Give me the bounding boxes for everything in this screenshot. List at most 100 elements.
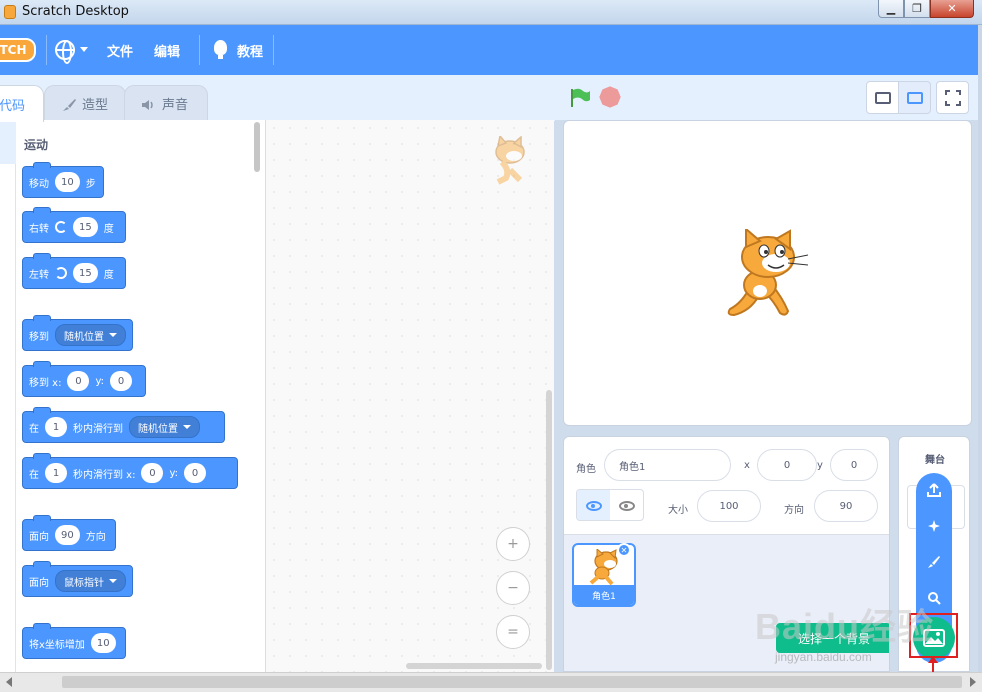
scratch-logo[interactable]: TCH [0,38,36,62]
chevron-down-icon [109,579,117,583]
hide-button[interactable] [610,490,643,520]
normal-stage-button[interactable] [898,81,931,114]
block-turn-right[interactable]: 右转 15 度 [22,207,126,243]
tab-sounds[interactable]: 声音 [124,85,208,121]
window-title: Scratch Desktop [22,4,129,19]
restore-icon[interactable]: ❐ [904,0,930,18]
block-goto-xy[interactable]: 移到 x: 0 y: 0 [22,361,146,397]
lightbulb-icon[interactable] [214,40,227,59]
scroll-right-icon[interactable] [970,677,976,687]
menu-edit[interactable]: 编辑 [154,41,180,60]
block-text: 秒内滑行到 [73,423,123,435]
zoom-in-button[interactable]: + [496,527,530,561]
speaker-icon [141,98,157,110]
chevron-down-icon [109,333,117,337]
window-controls: ▁ ❐ ✕ [878,0,974,18]
block-glide-xy[interactable]: 在 1 秒内滑行到 x: 0 y: 0 [22,453,238,489]
number-input[interactable]: 15 [73,263,98,283]
y-input[interactable]: 0 [110,371,133,391]
stop-icon[interactable] [597,84,623,110]
dropdown-value: 鼠标指针 [64,577,104,589]
size-field[interactable]: 100 [697,490,761,522]
small-stage-icon [874,91,891,104]
block-text: 移到 x: [29,377,62,389]
minimize-icon[interactable]: ▁ [878,0,904,18]
block-text: y: [169,467,179,479]
surprise-icon[interactable] [922,514,946,538]
secs-input[interactable]: 1 [45,463,67,483]
upload-icon[interactable] [922,478,946,502]
zoom-reset-button[interactable]: = [496,615,530,649]
brush-icon [61,98,77,111]
sprite-cat-icon [488,134,534,192]
block-change-x[interactable]: 将x坐标增加 10 [22,623,126,659]
workspace-vertical-scrollbar[interactable] [546,390,552,670]
horizontal-scrollbar[interactable] [0,672,982,692]
secs-input[interactable]: 1 [45,417,67,437]
stage-canvas[interactable] [563,120,972,426]
close-icon[interactable]: ✕ [930,0,974,18]
app-icon [4,5,16,19]
chevron-down-icon [183,425,191,429]
menu-file[interactable]: 文件 [107,41,133,60]
script-workspace[interactable]: + − = [266,120,554,672]
block-goto[interactable]: 移到 随机位置 [22,315,133,351]
tab-code[interactable]: 代码 [0,85,44,122]
x-field[interactable]: 0 [757,449,817,481]
block-move-steps[interactable]: 移动 10 步 [22,162,104,198]
category-selected[interactable] [0,120,16,164]
direction-field[interactable]: 90 [814,490,878,522]
zoom-out-button[interactable]: − [496,571,530,605]
palette-scrollbar[interactable] [254,122,260,172]
eye-slash-icon [618,501,635,511]
sprite-name-field[interactable]: 角色1 [604,449,731,481]
target-dropdown[interactable]: 鼠标指针 [55,570,126,592]
sprite-cat-icon[interactable] [724,226,810,323]
block-glide[interactable]: 在 1 秒内滑行到 随机位置 [22,407,225,443]
workspace-horizontal-scrollbar[interactable] [406,663,542,669]
menu-separator [46,35,47,65]
delete-sprite-icon[interactable]: ✕ [617,543,631,557]
number-input[interactable]: 15 [73,217,98,237]
target-dropdown[interactable]: 随机位置 [129,416,200,438]
tab-costumes[interactable]: 造型 [44,85,126,121]
block-palette: 运动 移动 10 步 右转 15 度 左转 15 度 移到 随机位置 移到 x:… [0,120,266,672]
sprite-thumbnail [588,547,622,589]
scrollbar-thumb[interactable] [62,676,962,688]
eye-icon [585,501,602,511]
number-input[interactable]: 10 [90,633,116,653]
block-turn-left[interactable]: 左转 15 度 [22,253,126,289]
block-point-towards[interactable]: 面向 鼠标指针 [22,561,133,597]
show-button[interactable] [577,490,610,520]
green-flag-icon[interactable] [569,87,590,107]
tab-label: 声音 [162,98,189,113]
target-dropdown[interactable]: 随机位置 [55,324,126,346]
chevron-down-icon[interactable] [80,47,88,52]
x-label: x [744,460,750,471]
number-input[interactable]: 10 [55,172,80,192]
menu-tutorials[interactable]: 教程 [237,41,263,60]
block-point-direction[interactable]: 面向 90 方向 [22,515,116,551]
dropdown-value: 随机位置 [138,423,178,435]
x-input[interactable]: 0 [141,463,164,483]
paint-icon[interactable] [922,550,946,574]
block-text: 右转 [29,223,49,235]
block-text: 移到 [29,331,49,343]
category-menu[interactable] [0,120,16,672]
direction-input[interactable]: 90 [55,525,80,545]
dropdown-value: 随机位置 [64,331,104,343]
block-text: 移动 [29,178,49,190]
block-text: 步 [85,178,96,190]
block-text: 将x坐标增加 [29,639,85,651]
language-globe-icon[interactable] [55,40,75,64]
y-input[interactable]: 0 [184,463,207,483]
window-border [978,25,982,672]
scroll-left-icon[interactable] [6,677,12,687]
y-field[interactable]: 0 [830,449,878,481]
fullscreen-button[interactable] [936,81,969,114]
block-text: 度 [103,223,114,235]
small-stage-button[interactable] [866,81,899,114]
block-text: 左转 [29,269,49,281]
x-input[interactable]: 0 [67,371,90,391]
block-text: 方向 [85,531,106,543]
